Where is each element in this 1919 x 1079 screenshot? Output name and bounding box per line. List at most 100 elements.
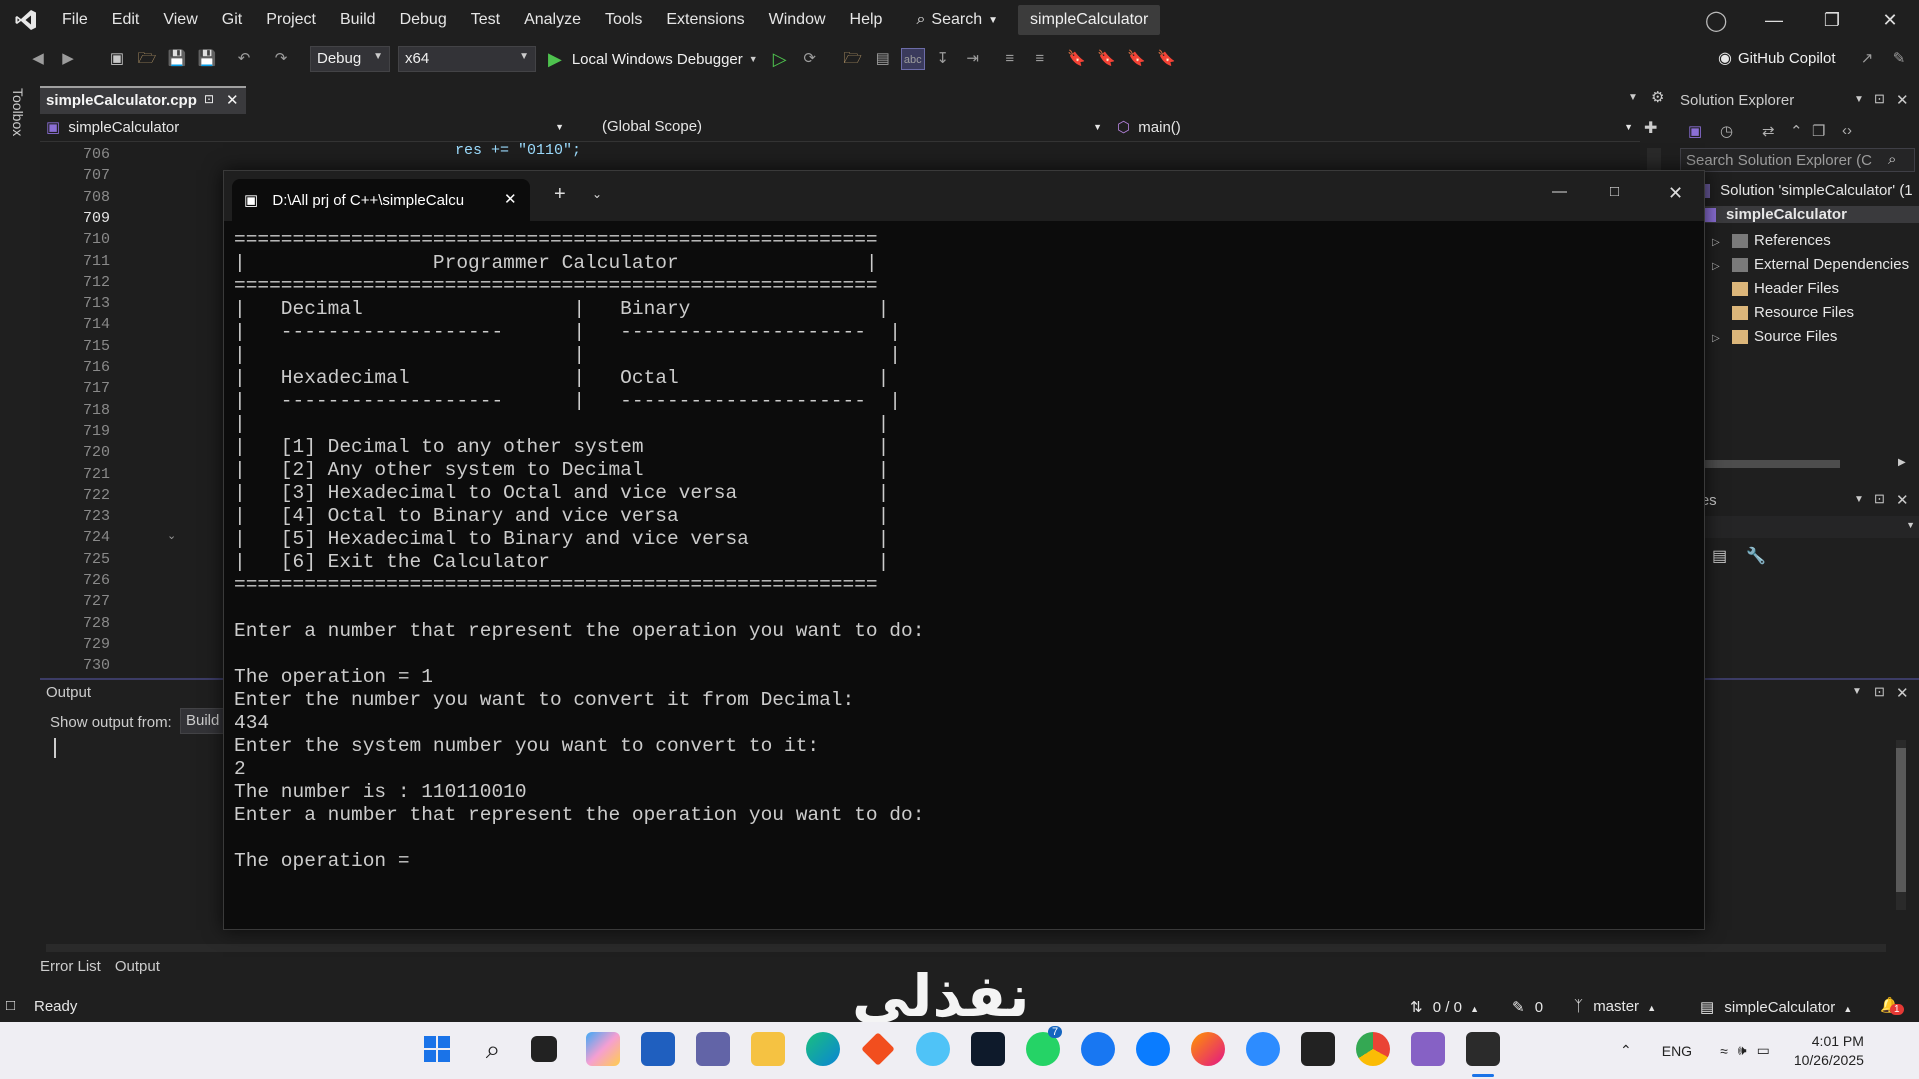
toolbox-tab[interactable]: Toolbox — [10, 88, 26, 136]
solution-explorer-scrollbar[interactable] — [1704, 460, 1840, 468]
menu-window[interactable]: Window — [757, 0, 838, 40]
whatsapp-icon[interactable]: 7 — [1026, 1026, 1063, 1066]
github-copilot-button[interactable]: ◉ GitHub Copilot — [1718, 48, 1836, 68]
close-panel-icon[interactable]: ✕ — [1896, 491, 1909, 509]
figma-like-app-icon[interactable] — [861, 1032, 895, 1066]
bookmark-prev-icon[interactable]: 🔖 — [1095, 48, 1119, 70]
collapse-all-icon[interactable]: ⌃ — [1790, 122, 1803, 140]
branch-button[interactable]: ᛉ master ▲ — [1574, 998, 1656, 1015]
tree-item-resource-files[interactable]: Resource Files — [1712, 304, 1854, 321]
teams-icon[interactable] — [696, 1032, 730, 1066]
copy-icon[interactable]: ❐ — [1812, 122, 1825, 140]
unity-game-icon[interactable] — [1301, 1032, 1335, 1066]
volume-icon[interactable]: 🕪 — [1738, 1042, 1747, 1059]
uncomment-icon[interactable]: ≡ — [1028, 48, 1052, 70]
pending-edits-button[interactable]: ✎ 0 — [1512, 998, 1543, 1016]
tab-list-dropdown-icon[interactable]: ▼ — [1628, 92, 1638, 103]
scroll-right-icon[interactable]: ▶ — [1898, 457, 1906, 468]
menu-build[interactable]: Build — [328, 0, 388, 40]
output-text-area[interactable] — [54, 738, 56, 758]
minimize-icon[interactable]: — — [1745, 10, 1803, 31]
tree-item-external-dependencies[interactable]: ▷ External Dependencies — [1712, 256, 1909, 273]
bottom-tab-output[interactable]: Output — [115, 958, 160, 975]
menu-tools[interactable]: Tools — [593, 0, 654, 40]
terminal-output[interactable]: ========================================… — [234, 229, 1694, 919]
close-icon[interactable]: ✕ — [1668, 183, 1683, 204]
copilot-app-icon[interactable] — [586, 1032, 620, 1066]
platform-select[interactable]: x64 ▼ — [398, 46, 536, 72]
bookmark-next-icon[interactable]: 🔖 — [1125, 48, 1149, 70]
file-explorer-icon[interactable] — [751, 1032, 785, 1066]
input-language[interactable]: ENG — [1662, 1043, 1692, 1059]
code-view-icon[interactable]: ‹› — [1842, 122, 1852, 139]
facebook-icon[interactable] — [1081, 1032, 1115, 1066]
close-tab-icon[interactable]: ✕ — [504, 190, 517, 208]
tab-simplecalculator-cpp[interactable]: simpleCalculator.cpp ⊡ ✕ — [40, 86, 246, 114]
visual-studio-logo-icon[interactable] — [14, 8, 38, 32]
search-icon[interactable]: ⌕ — [1888, 151, 1896, 168]
undo-icon[interactable]: ↶ — [232, 48, 256, 70]
restore-icon[interactable]: ❐ — [1803, 10, 1861, 31]
pin-icon[interactable]: ⊡ — [204, 92, 214, 106]
chevron-right-icon[interactable]: ▷ — [1712, 237, 1732, 248]
feedback-icon[interactable]: ✎ — [1887, 48, 1911, 70]
menu-help[interactable]: Help — [838, 0, 895, 40]
indent-icon[interactable]: ⇥ — [961, 48, 985, 70]
open-folder-icon[interactable]: 🗁 — [135, 48, 159, 70]
clock[interactable]: 4:01 PM 10/26/2025 — [1794, 1032, 1864, 1070]
close-panel-icon[interactable]: ✕ — [1896, 684, 1909, 702]
sync-icon[interactable]: ▣ — [1688, 122, 1702, 140]
chrome-icon[interactable] — [1356, 1032, 1390, 1066]
close-panel-icon[interactable]: ✕ — [1896, 91, 1909, 109]
tree-item-source-files[interactable]: ▷ Source Files — [1712, 328, 1837, 345]
menu-test[interactable]: Test — [459, 0, 512, 40]
account-icon[interactable]: ◯ — [1705, 8, 1727, 33]
menu-edit[interactable]: Edit — [100, 0, 152, 40]
terminal-tab[interactable]: ▣ D:\All prj of C++\simpleCalcu ✕ — [232, 179, 530, 221]
layout-icon[interactable]: ▤ — [871, 48, 895, 70]
panel-menu-icon[interactable]: ▼ — [1854, 94, 1864, 105]
configuration-select[interactable]: Debug ▼ — [310, 46, 390, 72]
back-icon[interactable]: ◀ — [26, 48, 50, 70]
microsoft-store-icon[interactable] — [641, 1032, 675, 1066]
redo-icon[interactable]: ↷ — [269, 48, 293, 70]
notifications-button[interactable]: 🔔 1 — [1880, 996, 1904, 1015]
edge-icon[interactable] — [806, 1032, 840, 1066]
comment-icon[interactable]: ≡ — [998, 48, 1022, 70]
spell-check-icon[interactable]: abc — [900, 48, 925, 70]
start-debugging-button[interactable]: ▶ Local Windows Debugger ▼ — [548, 49, 758, 70]
tree-item-references[interactable]: ▷ References — [1712, 232, 1831, 249]
output-vertical-scrollbar[interactable] — [1896, 740, 1906, 910]
forward-icon[interactable]: ▶ — [56, 48, 80, 70]
bottom-tab-error-list[interactable]: Error List — [40, 958, 101, 975]
pin-icon[interactable]: ⊡ — [1874, 684, 1885, 700]
properties-object-select[interactable]: ▼ — [1676, 516, 1919, 538]
output-horizontal-scrollbar[interactable] — [46, 944, 1886, 952]
new-tab-icon[interactable]: + — [554, 183, 566, 206]
search-icon[interactable]: ⌕ — [476, 1032, 510, 1066]
visual-studio-icon[interactable] — [1411, 1032, 1445, 1066]
search-button[interactable]: ⌕ Search ▼ — [916, 11, 998, 29]
new-item-icon[interactable]: ▣ — [105, 48, 129, 70]
chevron-right-icon[interactable]: ▷ — [1712, 261, 1732, 272]
minimize-icon[interactable]: — — [1552, 183, 1567, 200]
menu-project[interactable]: Project — [254, 0, 328, 40]
attach-icon[interactable]: ⟳ — [798, 48, 822, 70]
repository-button[interactable]: ▤ simpleCalculator ▲ — [1700, 998, 1852, 1016]
solution-node[interactable]: Solution 'simpleCalculator' (1 — [1694, 182, 1913, 199]
project-node[interactable]: ◢ simpleCalculator — [1684, 206, 1919, 223]
wrench-icon[interactable]: 🔧 — [1746, 546, 1766, 566]
terminal-app-icon[interactable] — [1466, 1032, 1500, 1066]
close-icon[interactable]: ✕ — [1861, 10, 1919, 31]
pin-icon[interactable]: ⊡ — [1874, 491, 1885, 507]
share-icon[interactable]: ↗ — [1855, 48, 1879, 70]
menu-analyze[interactable]: Analyze — [512, 0, 593, 40]
git-changes-button[interactable]: ⇅ 0 / 0 ▲ — [1410, 998, 1479, 1016]
step-icon[interactable]: ↧ — [931, 48, 955, 70]
save-icon[interactable]: 💾 — [165, 48, 189, 70]
folder-icon[interactable]: 🗁 — [841, 48, 865, 70]
battery-icon[interactable]: ▭ — [1757, 1042, 1770, 1059]
property-pages-icon[interactable]: ▤ — [1712, 546, 1727, 566]
chevron-right-icon[interactable]: ▷ — [1712, 333, 1732, 344]
function-dropdown[interactable]: ⬡ main() ▼ — [1117, 118, 1637, 140]
